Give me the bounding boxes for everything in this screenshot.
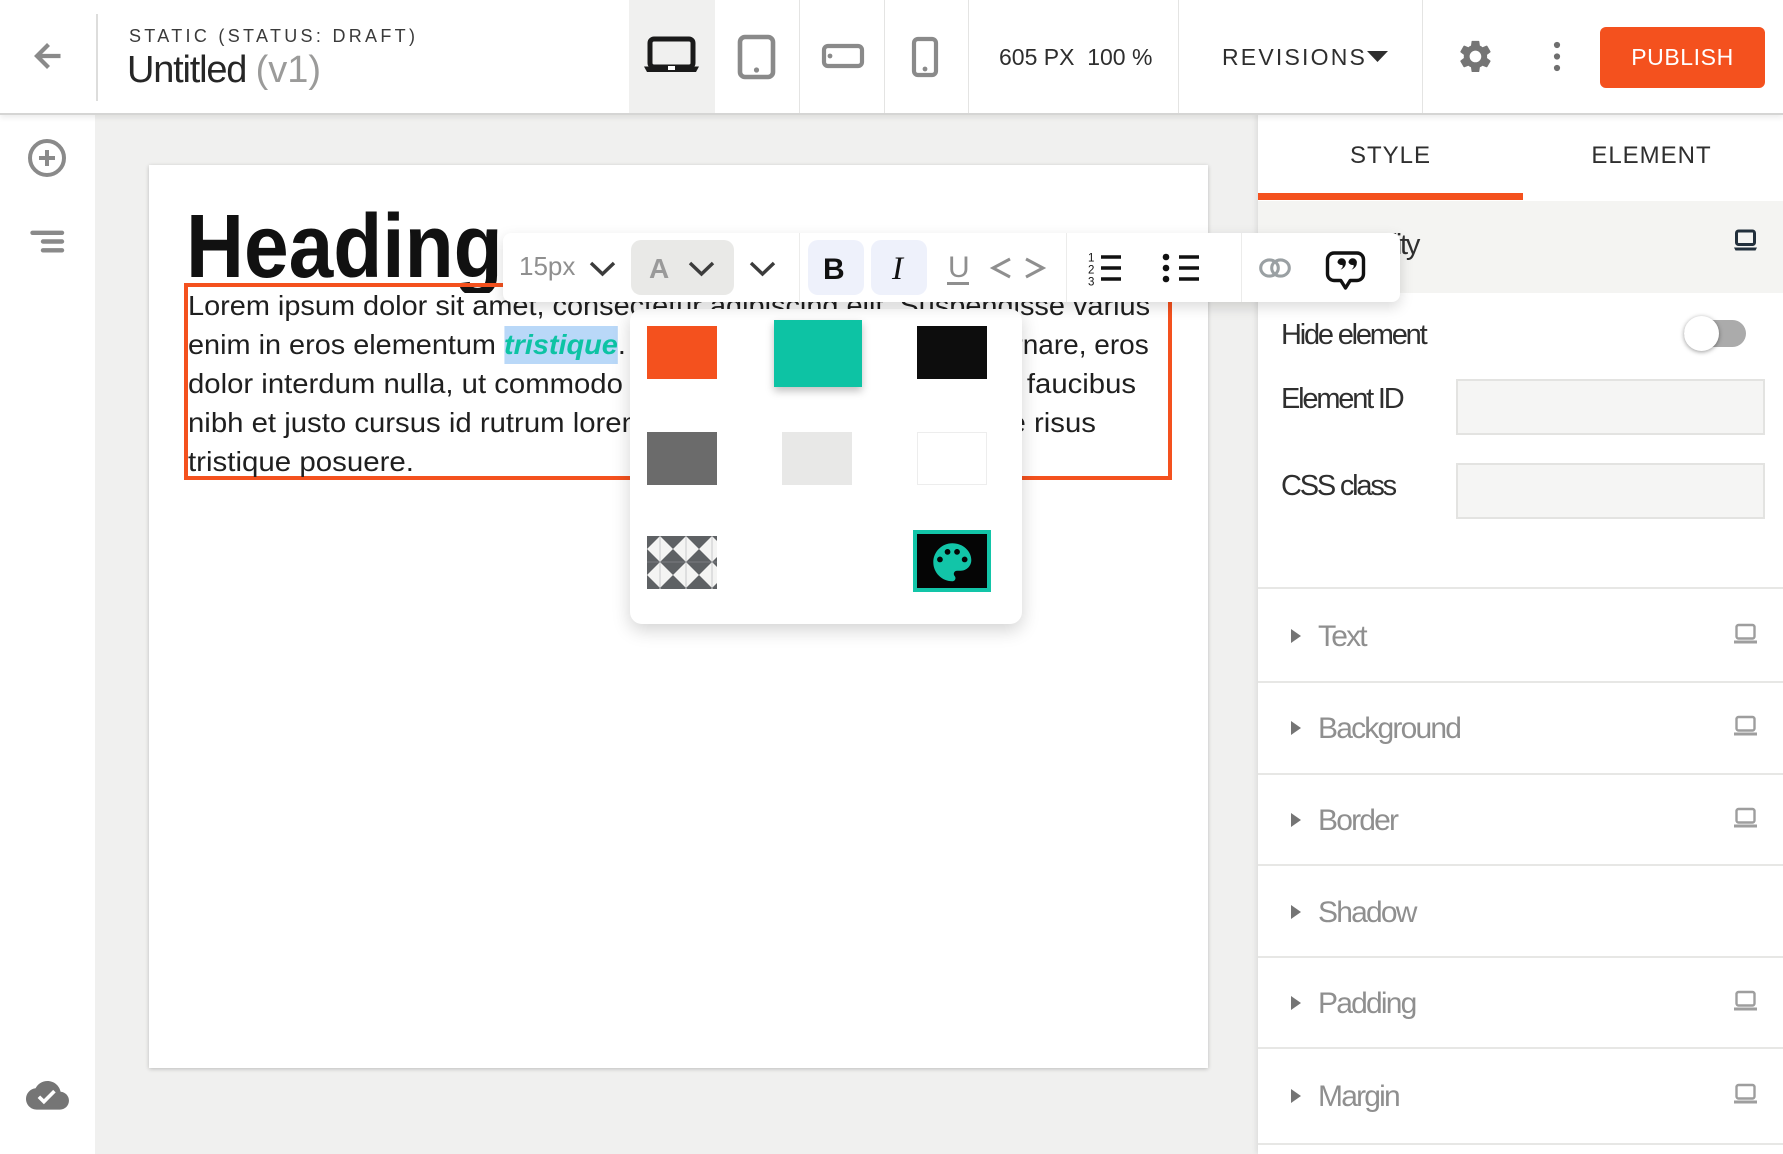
svg-text:3: 3 [1088,277,1094,289]
svg-text:A: A [649,253,669,284]
svg-text:U: U [948,251,970,284]
svg-text:1: 1 [1088,253,1094,265]
svg-text:I: I [891,251,905,287]
svg-text:B: B [823,253,845,286]
svg-text:2: 2 [1088,265,1094,277]
